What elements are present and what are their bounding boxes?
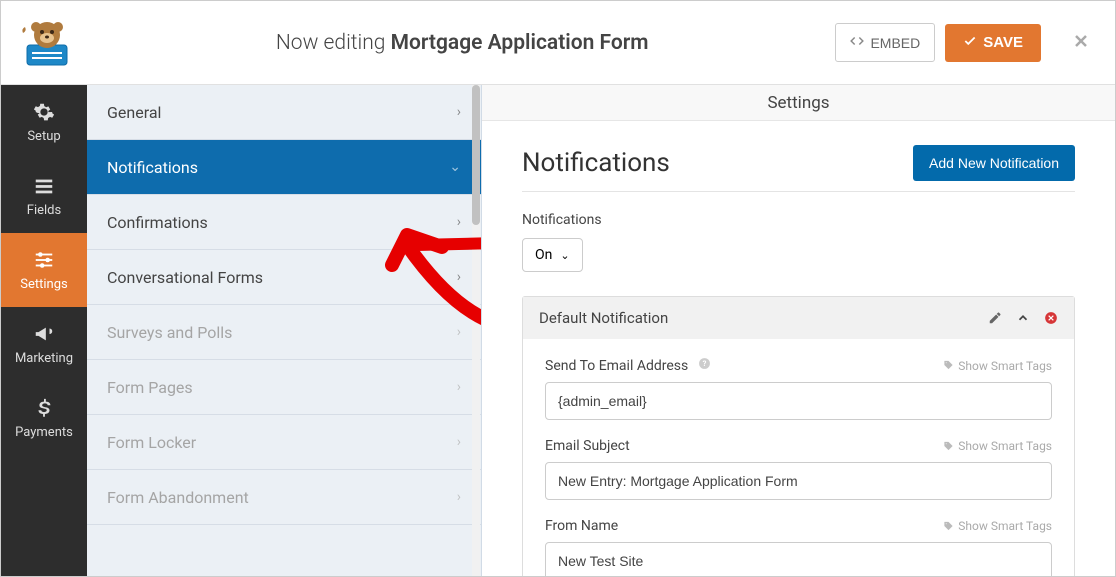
- chevron-down-icon: ⌄: [560, 249, 569, 262]
- sidebar-item-surveys[interactable]: Surveys and Polls ›: [87, 305, 481, 360]
- notifications-toggle-label: Notifications: [522, 212, 1075, 228]
- rail-fields[interactable]: Fields: [1, 159, 87, 233]
- scrollbar[interactable]: [472, 85, 480, 576]
- chevron-right-icon: ›: [457, 489, 461, 505]
- help-icon[interactable]: ?: [698, 358, 711, 374]
- notification-block: Default Notification Send To Email Addre…: [522, 296, 1075, 576]
- smart-tags-toggle[interactable]: Show Smart Tags: [943, 519, 1052, 533]
- sidebar-item-locker[interactable]: Form Locker ›: [87, 415, 481, 470]
- chevron-right-icon: ›: [457, 324, 461, 340]
- from-name-label: From Name: [545, 518, 618, 534]
- header-title: Now editing Mortgage Application Form: [89, 31, 835, 55]
- notification-block-body: Send To Email Address ? Show Smart Tags: [523, 339, 1074, 576]
- list-icon: [33, 175, 55, 197]
- sidebar-item-abandonment[interactable]: Form Abandonment ›: [87, 470, 481, 525]
- notification-block-header: Default Notification: [523, 297, 1074, 339]
- chevron-up-icon[interactable]: [1016, 311, 1030, 325]
- chevron-down-icon: ⌄: [449, 159, 461, 175]
- check-icon: [963, 34, 977, 52]
- subject-label: Email Subject: [545, 438, 630, 454]
- main: Setup Fields Settings Marketing Payments…: [1, 85, 1115, 576]
- bullhorn-icon: [33, 323, 55, 345]
- from-name-input[interactable]: [545, 542, 1052, 576]
- notification-title: Default Notification: [539, 309, 668, 327]
- embed-button[interactable]: EMBED: [835, 23, 935, 62]
- code-icon: [850, 34, 864, 51]
- settings-sidebar: General › Notifications ⌄ Confirmations …: [87, 85, 482, 576]
- header-actions: EMBED SAVE: [835, 23, 1099, 62]
- sliders-icon: [33, 249, 55, 271]
- content-body: Notifications Add New Notification Notif…: [482, 121, 1115, 576]
- chevron-right-icon: ›: [457, 269, 461, 285]
- header: Now editing Mortgage Application Form EM…: [1, 1, 1115, 85]
- dollar-icon: [33, 397, 55, 419]
- tag-icon: [943, 360, 954, 371]
- panel-title: Notifications: [522, 148, 670, 178]
- send-to-input[interactable]: [545, 382, 1052, 420]
- rail-settings[interactable]: Settings: [1, 233, 87, 307]
- scrollbar-thumb[interactable]: [472, 85, 480, 225]
- delete-icon[interactable]: [1044, 311, 1058, 325]
- chevron-right-icon: ›: [457, 104, 461, 120]
- save-button[interactable]: SAVE: [945, 24, 1041, 62]
- rail-marketing[interactable]: Marketing: [1, 307, 87, 381]
- subject-input[interactable]: [545, 462, 1052, 500]
- tag-icon: [943, 441, 954, 452]
- smart-tags-toggle[interactable]: Show Smart Tags: [943, 439, 1052, 453]
- sidebar-item-general[interactable]: General ›: [87, 85, 481, 140]
- content-page-title: Settings: [482, 85, 1115, 121]
- sidebar-item-conversational[interactable]: Conversational Forms ›: [87, 250, 481, 305]
- smart-tags-toggle[interactable]: Show Smart Tags: [943, 359, 1052, 373]
- gear-icon: [33, 101, 55, 123]
- sidebar-item-pages[interactable]: Form Pages ›: [87, 360, 481, 415]
- svg-text:?: ?: [702, 359, 706, 368]
- tabs-rail: Setup Fields Settings Marketing Payments: [1, 85, 87, 576]
- sidebar-item-confirmations[interactable]: Confirmations ›: [87, 195, 481, 250]
- chevron-right-icon: ›: [457, 434, 461, 450]
- chevron-right-icon: ›: [457, 379, 461, 395]
- rail-setup[interactable]: Setup: [1, 85, 87, 159]
- send-to-label: Send To Email Address: [545, 358, 688, 374]
- sidebar-item-notifications[interactable]: Notifications ⌄: [87, 140, 481, 195]
- panel-heading: Notifications Add New Notification: [522, 145, 1075, 192]
- close-icon[interactable]: [1051, 29, 1099, 57]
- notification-actions: [988, 311, 1058, 325]
- app-logo: [17, 15, 77, 71]
- add-notification-button[interactable]: Add New Notification: [913, 145, 1075, 181]
- tag-icon: [943, 521, 954, 532]
- edit-icon[interactable]: [988, 311, 1002, 325]
- chevron-right-icon: ›: [457, 214, 461, 230]
- content-area: Settings Notifications Add New Notificat…: [482, 85, 1115, 576]
- rail-payments[interactable]: Payments: [1, 381, 87, 455]
- notifications-toggle[interactable]: On ⌄: [522, 238, 583, 272]
